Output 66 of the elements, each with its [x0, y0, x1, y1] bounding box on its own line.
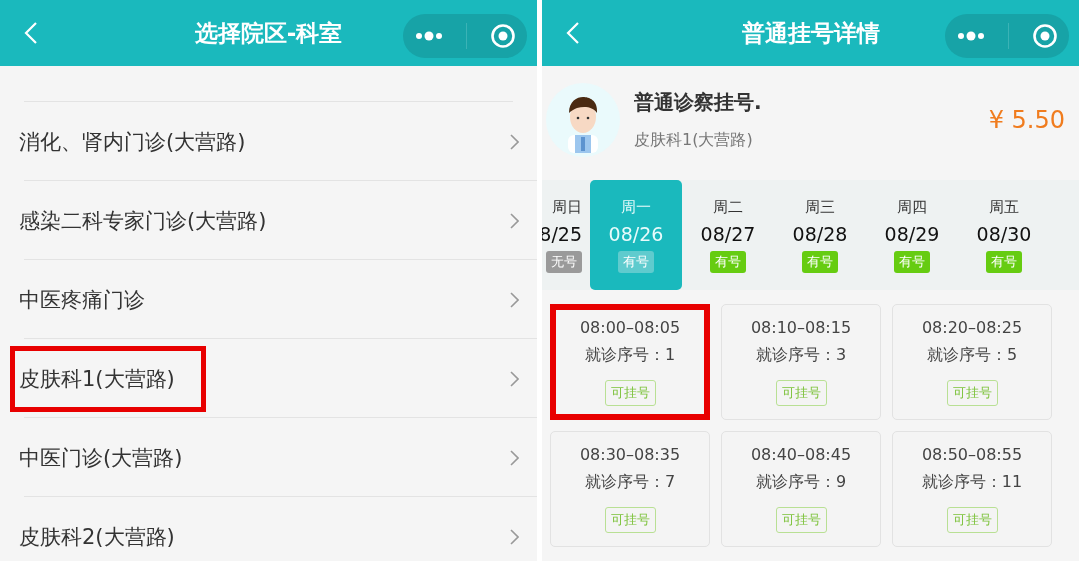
queue-number: 就诊序号：5 — [926, 345, 1018, 366]
date-label: 08/30 — [976, 222, 1032, 245]
chevron-right-icon — [510, 528, 519, 545]
time-range: 08:50–08:55 — [921, 445, 1023, 464]
more-icon[interactable] — [956, 31, 985, 41]
availability-badge: 有号 — [986, 250, 1022, 273]
status-tag: 可挂号 — [775, 380, 827, 406]
weekday-label: 周一 — [621, 197, 651, 217]
department-name: 皮肤科2(大营路) — [18, 523, 176, 551]
queue-number: 就诊序号：11 — [921, 472, 1023, 493]
department-name: 中医门诊(大营路) — [18, 444, 184, 472]
weekday-label: 周三 — [805, 197, 835, 217]
date-label: 08/28 — [792, 222, 848, 245]
page-title: 选择院区-科室 — [194, 18, 343, 48]
time-slot-card[interactable]: 08:10–08:15 就诊序号：3 可挂号 — [721, 304, 881, 420]
department-name: 中医疼痛门诊 — [18, 286, 146, 314]
availability-badge: 有号 — [618, 250, 654, 273]
queue-number: 就诊序号：9 — [755, 472, 847, 493]
page-title: 普通挂号详情 — [741, 18, 880, 48]
weekday-label: 周日 — [552, 197, 582, 217]
status-tag: 可挂号 — [604, 507, 656, 533]
department-name: 消化、肾内门诊(大营路) — [18, 128, 247, 156]
weekday-label: 周五 — [989, 197, 1019, 217]
chevron-right-icon — [510, 291, 519, 308]
status-tag: 可挂号 — [775, 507, 827, 533]
chevron-right-icon — [510, 449, 519, 466]
back-icon[interactable] — [566, 21, 580, 45]
chevron-right-icon — [510, 212, 519, 229]
date-tab[interactable]: 周四 08/29 有号 — [866, 180, 958, 290]
chevron-right-icon — [510, 133, 519, 150]
date-tab[interactable]: 周三 08/28 有号 — [774, 180, 866, 290]
time-slot-card[interactable]: 08:50–08:55 就诊序号：11 可挂号 — [892, 431, 1052, 547]
department-name: 皮肤科1(大营路) — [634, 130, 754, 151]
weekday-label: 周二 — [713, 197, 743, 217]
availability-badge: 有号 — [802, 250, 838, 273]
availability-badge: 无号 — [546, 250, 582, 273]
time-slot-card[interactable]: 08:20–08:25 就诊序号：5 可挂号 — [892, 304, 1052, 420]
time-slot-card[interactable]: 08:30–08:35 就诊序号：7 可挂号 — [550, 431, 710, 547]
queue-number: 就诊序号：7 — [584, 472, 676, 493]
time-range: 08:40–08:45 — [750, 445, 852, 464]
service-title: 普通诊察挂号. — [634, 89, 763, 116]
date-tab[interactable]: 周五 08/30 有号 — [958, 180, 1050, 290]
time-slot-card[interactable]: 08:00–08:05 就诊序号：1 可挂号 — [550, 304, 710, 420]
availability-badge: 有号 — [710, 250, 746, 273]
date-tab[interactable]: 周二 08/27 有号 — [682, 180, 774, 290]
date-label: 08/29 — [884, 222, 940, 245]
time-range: 08:20–08:25 — [921, 318, 1023, 337]
weekday-label: 周四 — [897, 197, 927, 217]
date-label: 08/26 — [608, 222, 664, 245]
department-name: 皮肤科1(大营路) — [10, 345, 206, 412]
status-tag: 可挂号 — [946, 380, 998, 406]
back-icon[interactable] — [24, 21, 38, 45]
time-range: 08:10–08:15 — [750, 318, 852, 337]
queue-number: 就诊序号：3 — [755, 345, 847, 366]
queue-number: 就诊序号：1 — [584, 345, 676, 366]
department-name: 感染二科专家门诊(大营路) — [18, 207, 268, 235]
time-range: 08:00–08:05 — [579, 318, 681, 337]
status-tag: 可挂号 — [604, 380, 656, 406]
chevron-right-icon — [510, 370, 519, 387]
date-label: 08/27 — [700, 222, 756, 245]
time-slot-card[interactable]: 08:40–08:45 就诊序号：9 可挂号 — [721, 431, 881, 547]
status-tag: 可挂号 — [946, 507, 998, 533]
price: ¥ 5.50 — [988, 106, 1065, 134]
more-icon[interactable] — [414, 31, 443, 41]
time-range: 08:30–08:35 — [579, 445, 681, 464]
availability-badge: 有号 — [894, 250, 930, 273]
